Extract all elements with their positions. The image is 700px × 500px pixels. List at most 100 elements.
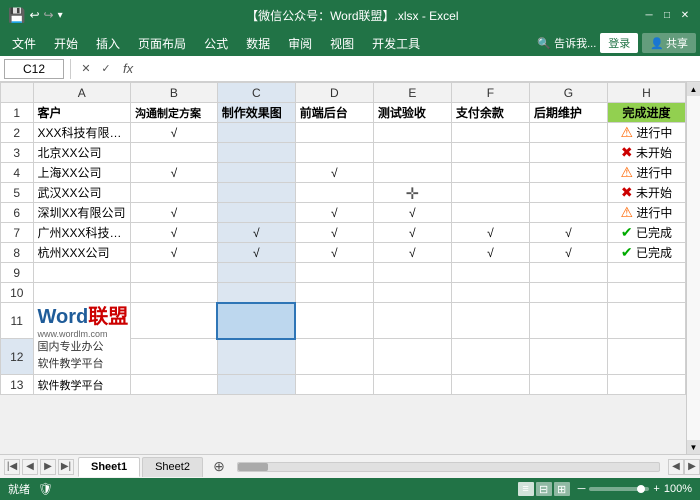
cell-f12[interactable] (451, 339, 529, 375)
cell-b1[interactable]: 沟通制定方案 (131, 103, 218, 123)
cell-f2[interactable] (451, 123, 529, 143)
cell-a8[interactable]: 杭州XXX公司 (33, 243, 131, 263)
cell-a11-watermark[interactable]: Word联盟 www.wordlm.com 国内专业办公软件教学平台 (33, 303, 131, 375)
col-header-g[interactable]: G (529, 83, 607, 103)
cell-h11[interactable] (607, 303, 685, 339)
cell-d12[interactable] (295, 339, 373, 375)
cell-g7[interactable]: √ (529, 223, 607, 243)
col-header-b[interactable]: B (131, 83, 218, 103)
horizontal-scroll-area[interactable] (229, 462, 668, 472)
col-header-f[interactable]: F (451, 83, 529, 103)
zoom-out-btn[interactable]: ─ (578, 483, 586, 495)
sheet-tab-1[interactable]: Sheet1 (78, 457, 140, 477)
cell-f4[interactable] (451, 163, 529, 183)
cell-f7[interactable]: √ (451, 223, 529, 243)
menu-review[interactable]: 审阅 (280, 32, 320, 55)
col-header-h[interactable]: H (607, 83, 685, 103)
close-button[interactable]: ✕ (678, 8, 692, 22)
page-layout-btn[interactable]: ⊟ (536, 482, 552, 496)
cell-a13[interactable]: 软件教学平台 (33, 375, 131, 395)
cell-a9[interactable] (33, 263, 131, 283)
cell-e1[interactable]: 测试验收 (373, 103, 451, 123)
name-box[interactable] (4, 59, 64, 79)
cell-d4[interactable]: √ (295, 163, 373, 183)
cell-b7[interactable]: √ (131, 223, 218, 243)
cell-f11[interactable] (451, 303, 529, 339)
cell-e3[interactable] (373, 143, 451, 163)
menu-formula[interactable]: 公式 (196, 32, 236, 55)
col-header-a[interactable]: A (33, 83, 131, 103)
cell-d2[interactable] (295, 123, 373, 143)
fx-icon[interactable]: fx (119, 61, 137, 76)
formula-confirm-btn[interactable]: ✓ (97, 60, 115, 78)
menu-home[interactable]: 开始 (46, 32, 86, 55)
cell-e8[interactable]: √ (373, 243, 451, 263)
cell-b4[interactable]: √ (131, 163, 218, 183)
normal-view-btn[interactable]: ≡ (518, 482, 534, 496)
col-header-c[interactable]: C (217, 83, 295, 103)
cell-e7[interactable]: √ (373, 223, 451, 243)
zoom-thumb[interactable] (637, 485, 645, 493)
horizontal-scrollbar[interactable] (237, 462, 660, 472)
cell-d11[interactable] (295, 303, 373, 339)
cell-c10[interactable] (217, 283, 295, 303)
cell-h1[interactable]: 完成进度 (607, 103, 685, 123)
cell-h5[interactable]: ✖ 未开始 (607, 183, 685, 203)
tab-nav-last[interactable]: ▶| (58, 459, 74, 475)
search-tellme[interactable]: 🔍 告诉我... (537, 35, 596, 51)
cell-d10[interactable] (295, 283, 373, 303)
cell-g9[interactable] (529, 263, 607, 283)
menu-pagelayout[interactable]: 页面布局 (130, 32, 194, 55)
menu-devtools[interactable]: 开发工具 (364, 32, 428, 55)
cell-b5[interactable] (131, 183, 218, 203)
tab-nav-next[interactable]: ▶ (40, 459, 56, 475)
horizontal-scroll-thumb[interactable] (238, 463, 268, 471)
cell-a6[interactable]: 深圳XX有限公司 (33, 203, 131, 223)
menu-view[interactable]: 视图 (322, 32, 362, 55)
cell-f6[interactable] (451, 203, 529, 223)
tab-nav-first[interactable]: |◀ (4, 459, 20, 475)
cell-e6[interactable]: √ (373, 203, 451, 223)
vertical-scrollbar[interactable]: ▲ ▼ (686, 82, 700, 454)
cell-g8[interactable]: √ (529, 243, 607, 263)
cell-a5[interactable]: 武汉XX公司 (33, 183, 131, 203)
cell-d5[interactable] (295, 183, 373, 203)
cell-e9[interactable] (373, 263, 451, 283)
save-icon[interactable]: 💾 (8, 7, 25, 24)
add-sheet-button[interactable]: ⊕ (209, 457, 229, 477)
cell-b10[interactable] (131, 283, 218, 303)
redo-icon[interactable]: ↪ (44, 8, 54, 22)
hscroll-left[interactable]: ◀ (668, 459, 684, 475)
cell-c13[interactable] (217, 375, 295, 395)
cell-g1[interactable]: 后期维护 (529, 103, 607, 123)
cell-f13[interactable] (451, 375, 529, 395)
cell-a7[interactable]: 广州XXX科技公司 (33, 223, 131, 243)
cell-d6[interactable]: √ (295, 203, 373, 223)
login-button[interactable]: 登录 (600, 33, 638, 53)
cell-g2[interactable] (529, 123, 607, 143)
cell-c6[interactable] (217, 203, 295, 223)
cell-c4[interactable] (217, 163, 295, 183)
minimize-button[interactable]: ─ (642, 8, 656, 22)
cell-g3[interactable] (529, 143, 607, 163)
cell-c12-selected[interactable] (217, 303, 295, 339)
page-break-btn[interactable]: ⊞ (554, 482, 570, 496)
cell-d3[interactable] (295, 143, 373, 163)
cell-h10[interactable] (607, 283, 685, 303)
cell-c3[interactable] (217, 143, 295, 163)
zoom-in-btn[interactable]: + (653, 483, 659, 495)
col-header-d[interactable]: D (295, 83, 373, 103)
cell-h9[interactable] (607, 263, 685, 283)
cell-d13[interactable] (295, 375, 373, 395)
maximize-button[interactable]: □ (660, 8, 674, 22)
cell-d7[interactable]: √ (295, 223, 373, 243)
cell-a3[interactable]: 北京XX公司 (33, 143, 131, 163)
cell-g6[interactable] (529, 203, 607, 223)
hscroll-right[interactable]: ▶ (684, 459, 700, 475)
cell-g5[interactable] (529, 183, 607, 203)
menu-file[interactable]: 文件 (4, 32, 44, 55)
sheet-tab-2[interactable]: Sheet2 (142, 457, 203, 477)
cell-c12[interactable] (217, 339, 295, 375)
quick-access-more[interactable]: ▾ (58, 10, 63, 21)
cell-b3[interactable] (131, 143, 218, 163)
